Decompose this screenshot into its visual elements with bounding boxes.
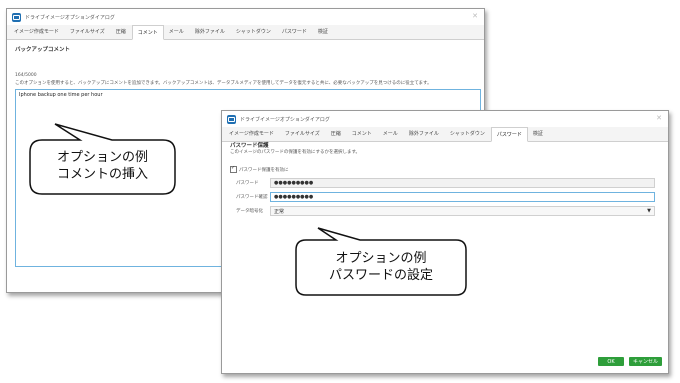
callout-comment-line2: コメントの挿入: [56, 167, 148, 182]
tab-image-mode[interactable]: イメージ作成モード: [9, 25, 65, 39]
tab-comment[interactable]: コメント: [131, 25, 164, 40]
tab-mail[interactable]: メール: [164, 25, 190, 39]
section-title: バックアップコメント: [15, 47, 71, 53]
enable-password-checkbox[interactable]: パスワード保護を有効に: [230, 165, 289, 173]
enable-password-label: パスワード保護を有効に: [239, 167, 289, 173]
tab-exclude-files[interactable]: 除外ファイル: [404, 127, 445, 141]
callout-comment-line1: オプションの例: [56, 150, 148, 165]
cancel-button[interactable]: キャンセル: [629, 357, 662, 366]
close-icon[interactable]: ✕: [472, 12, 478, 20]
tab-exclude-files[interactable]: 除外ファイル: [190, 25, 231, 39]
tab-password[interactable]: パスワード: [277, 25, 313, 39]
callout-password-line2: パスワードの設定: [328, 268, 433, 283]
window-title: ドライブイメージオプションダイアログ: [240, 116, 330, 123]
password-dialog-titlebar: ドライブイメージオプションダイアログ ✕: [222, 111, 668, 127]
encryption-value: 正常: [274, 208, 285, 215]
window-title: ドライブイメージオプションダイアログ: [25, 14, 115, 21]
ok-button[interactable]: OK: [598, 357, 624, 366]
tab-verify[interactable]: 検証: [528, 127, 549, 141]
description-text: このイメージのパスワードの保護を有効にするかを選択します。: [230, 150, 361, 155]
tab-comment[interactable]: コメント: [347, 127, 378, 141]
tab-compression[interactable]: 圧縮: [111, 25, 132, 39]
tab-bar: イメージ作成モード ファイルサイズ 圧縮 コメント メール 除外ファイル シャッ…: [222, 127, 668, 142]
app-icon: [227, 114, 236, 124]
tab-file-size[interactable]: ファイルサイズ: [280, 127, 326, 141]
encryption-row: データ暗号化 正常 ▼: [236, 206, 655, 216]
encryption-select[interactable]: 正常 ▼: [270, 206, 655, 216]
tab-mail[interactable]: メール: [378, 127, 404, 141]
callout-password-text: オプションの例 パスワードの設定: [296, 250, 466, 284]
comment-dialog-titlebar: ドライブイメージオプションダイアログ ✕: [7, 9, 484, 25]
callout-password-line1: オプションの例: [335, 251, 427, 266]
char-count: 164/5000: [15, 73, 37, 78]
encryption-label: データ暗号化: [236, 209, 263, 214]
tab-shutdown[interactable]: シャットダウン: [231, 25, 277, 39]
confirm-password-input[interactable]: ●●●●●●●●●: [270, 192, 655, 202]
tab-image-mode[interactable]: イメージ作成モード: [224, 127, 280, 141]
description-text: このオプションを使用すると、バックアップにコメントを追加できます。バックアップコ…: [15, 81, 432, 86]
tab-bar: イメージ作成モード ファイルサイズ 圧縮 コメント メール 除外ファイル シャッ…: [7, 25, 484, 40]
callout-comment-text: オプションの例 コメントの挿入: [30, 149, 175, 183]
password-label: パスワード: [236, 181, 259, 186]
tab-verify[interactable]: 検証: [313, 25, 334, 39]
chevron-down-icon: ▼: [647, 208, 651, 214]
checkbox-checked-icon[interactable]: [230, 165, 237, 173]
tab-shutdown[interactable]: シャットダウン: [445, 127, 491, 141]
close-icon[interactable]: ✕: [656, 114, 662, 122]
app-icon: [12, 12, 21, 22]
confirm-password-label: パスワード確認: [236, 195, 268, 200]
tab-compression[interactable]: 圧縮: [326, 127, 347, 141]
section-title: パスワード保護: [230, 143, 269, 149]
confirm-row: パスワード確認 ●●●●●●●●●: [236, 192, 655, 202]
tab-file-size[interactable]: ファイルサイズ: [65, 25, 111, 39]
tab-password[interactable]: パスワード: [490, 127, 528, 142]
password-dialog-window: ドライブイメージオプションダイアログ ✕ イメージ作成モード ファイルサイズ 圧…: [221, 110, 669, 374]
password-input[interactable]: ●●●●●●●●●: [270, 178, 655, 188]
password-row: パスワード ●●●●●●●●●: [236, 178, 655, 188]
